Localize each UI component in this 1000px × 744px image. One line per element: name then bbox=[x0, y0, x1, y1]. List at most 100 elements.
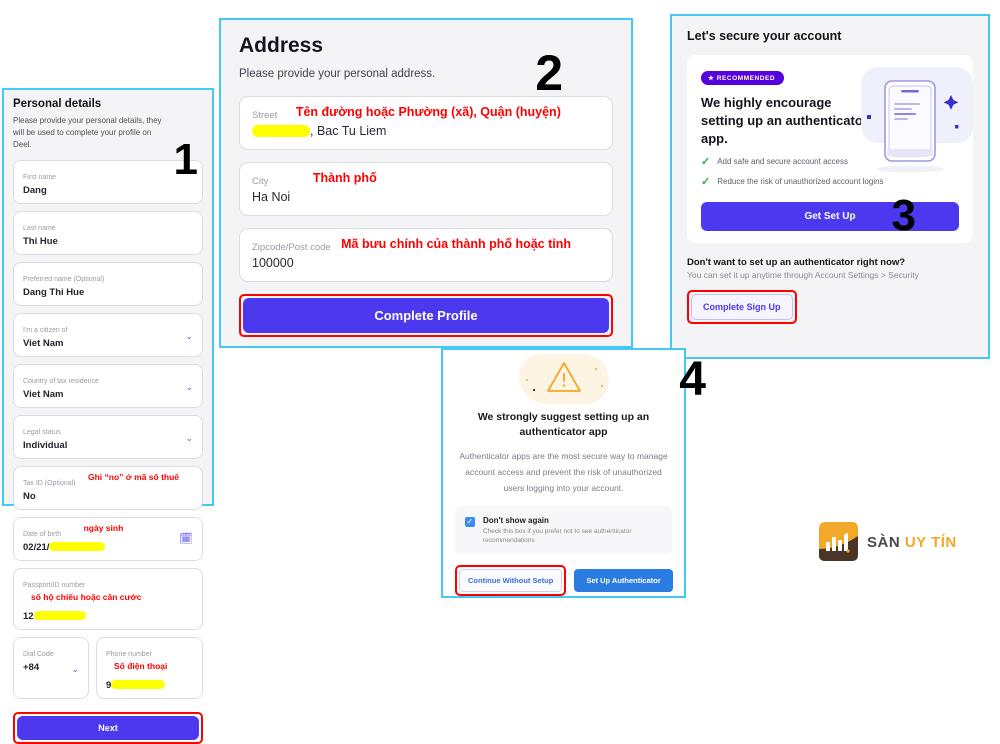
citizenship-value: Viet Nam bbox=[23, 338, 64, 349]
check-icon: ✓ bbox=[701, 156, 711, 168]
phone-number-annotation: Số điện thoại bbox=[114, 661, 168, 671]
city-field[interactable]: City Thành phố Ha Noi bbox=[239, 162, 613, 216]
dont-show-again-checkbox[interactable] bbox=[465, 516, 475, 527]
date-of-birth-label: Date of birth bbox=[23, 531, 62, 538]
passport-id-value: 12 bbox=[23, 611, 34, 622]
date-of-birth-field[interactable]: Date of birth ngày sinh 02/21/ 🗓 bbox=[13, 517, 203, 561]
complete-signup-button[interactable]: Complete Sign Up bbox=[691, 294, 793, 320]
tax-id-value: No bbox=[23, 491, 36, 502]
phone-number-label: Phone number bbox=[106, 651, 152, 658]
date-of-birth-value-row: 02/21/ bbox=[23, 541, 193, 554]
preferred-name-label: Preferred name (Optional) bbox=[23, 276, 105, 283]
redacted-passport bbox=[33, 611, 86, 620]
street-value: , Bac Tu Liem bbox=[310, 124, 387, 138]
modal-actions: Continue Without Setup Set Up Authentica… bbox=[455, 565, 673, 596]
passport-id-value-row: 12 bbox=[23, 610, 193, 623]
no-setup-question: Don't want to set up an authenticator ri… bbox=[687, 257, 906, 268]
set-up-authenticator-button[interactable]: Set Up Authenticator bbox=[574, 569, 673, 592]
tax-residence-select[interactable]: Country of tax residence Viet Nam ⌄ bbox=[13, 364, 203, 408]
next-button-highlight: Next bbox=[13, 712, 203, 744]
address-panel: Address Please provide your personal add… bbox=[219, 18, 633, 348]
tax-residence-value: Viet Nam bbox=[23, 389, 64, 400]
street-value-row: , Bac Tu Liem bbox=[252, 123, 600, 140]
legal-status-value: Individual bbox=[23, 440, 68, 451]
passport-id-label: Passport/ID number bbox=[23, 582, 86, 589]
first-name-label: First name bbox=[23, 174, 57, 181]
date-of-birth-value: 02/21/ bbox=[23, 542, 50, 553]
date-of-birth-annotation: ngày sinh bbox=[83, 523, 124, 533]
citizenship-select[interactable]: I'm a citizen of Viet Nam ⌄ bbox=[13, 313, 203, 357]
chevron-down-icon[interactable]: ⌄ bbox=[185, 434, 193, 443]
dial-code-select[interactable]: Dial Code +84 ⌄ bbox=[13, 637, 89, 699]
star-icon: ★ bbox=[708, 75, 715, 82]
benefit-label: Add safe and secure account access bbox=[717, 157, 848, 166]
zipcode-annotation: Mã bưu chính của thành phố hoặc tỉnh bbox=[341, 237, 572, 251]
phone-number-field[interactable]: Phone number Số điện thoại 9 bbox=[96, 637, 203, 699]
passport-id-annotation: số hộ chiếu hoặc căn cước bbox=[31, 592, 142, 602]
modal-heading: We strongly suggest setting up an authen… bbox=[477, 411, 650, 438]
city-value: Ha Noi bbox=[252, 190, 291, 204]
tax-id-field[interactable]: Tax ID (Optional) Ghi “no” ở mã số thuế … bbox=[13, 466, 203, 510]
last-name-value: Thi Hue bbox=[23, 236, 58, 247]
complete-signup-highlight: Complete Sign Up bbox=[687, 290, 797, 324]
citizenship-label: I'm a citizen of bbox=[23, 327, 68, 334]
step-number-1: 1 bbox=[173, 135, 198, 184]
phone-row: Dial Code +84 ⌄ Phone number Số điện tho… bbox=[13, 637, 203, 706]
legal-status-select[interactable]: Legal status Individual ⌄ bbox=[13, 415, 203, 459]
panel1-title: Personal details bbox=[13, 98, 102, 110]
secure-account-title: Let's secure your account bbox=[687, 29, 842, 43]
logo-text: SÀN UY TÍN bbox=[867, 534, 957, 551]
last-name-field[interactable]: Last name Thi Hue bbox=[13, 211, 203, 255]
recommended-badge-label: RECOMMENDED bbox=[716, 75, 776, 82]
tax-residence-label: Country of tax residence bbox=[23, 378, 99, 385]
brand-logo: SÀN UY TÍN bbox=[815, 518, 957, 566]
check-icon: ✓ bbox=[701, 176, 711, 188]
zipcode-field[interactable]: Zipcode/Post code Mã bưu chính của thành… bbox=[239, 228, 613, 282]
step-number-2: 2 bbox=[535, 45, 563, 101]
tax-id-label: Tax ID (Optional) bbox=[23, 480, 76, 487]
logo-mark-icon bbox=[815, 518, 863, 566]
zipcode-label: Zipcode/Post code bbox=[252, 242, 331, 253]
chevron-down-icon[interactable]: ⌄ bbox=[71, 665, 79, 674]
panel1-intro: Please provide your personal details, th… bbox=[13, 116, 162, 149]
redacted-phone bbox=[111, 680, 166, 689]
get-set-up-button[interactable]: Get Set Up bbox=[701, 202, 959, 231]
dial-code-label: Dial Code bbox=[23, 651, 54, 658]
calendar-icon[interactable]: 🗓 bbox=[179, 534, 193, 545]
last-name-label: Last name bbox=[23, 225, 56, 232]
no-setup-hint: You can set it up anytime through Accoun… bbox=[687, 270, 919, 280]
complete-profile-button[interactable]: Complete Profile bbox=[243, 298, 609, 333]
city-label: City bbox=[252, 176, 269, 187]
continue-without-setup-button[interactable]: Continue Without Setup bbox=[459, 569, 563, 592]
authenticator-modal: We strongly suggest setting up an authen… bbox=[441, 348, 706, 598]
modal-hero bbox=[443, 350, 684, 408]
phone-illustration bbox=[861, 67, 973, 173]
step-number-3: 3 bbox=[891, 191, 916, 240]
dont-show-again-sub: Check this box if you prefer not to see … bbox=[483, 528, 632, 544]
tax-id-annotation: Ghi “no” ở mã số thuế bbox=[87, 472, 180, 482]
phone-number-value-row: 9 bbox=[106, 679, 193, 692]
authenticator-heading: We highly encourage setting up an authen… bbox=[701, 95, 868, 146]
personal-details-panel: Personal details Please provide your per… bbox=[2, 88, 214, 744]
dont-show-again-row[interactable]: Don't show again Check this box if you p… bbox=[455, 506, 672, 554]
redacted-street bbox=[252, 125, 310, 137]
modal-body: Authenticator apps are the most secure w… bbox=[459, 451, 668, 493]
redacted-dob bbox=[49, 542, 106, 551]
preferred-name-field[interactable]: Preferred name (Optional) Dang Thi Hue bbox=[13, 262, 203, 306]
continue-without-setup-highlight: Continue Without Setup bbox=[455, 565, 567, 596]
chevron-down-icon[interactable]: ⌄ bbox=[185, 332, 193, 341]
dont-show-again-text: Don't show again Check this box if you p… bbox=[483, 515, 662, 545]
chevron-down-icon[interactable]: ⌄ bbox=[185, 383, 193, 392]
secure-account-panel: Let's secure your account ★ RECOMMENDED … bbox=[670, 14, 990, 359]
recommended-badge: ★ RECOMMENDED bbox=[701, 71, 785, 85]
passport-id-field[interactable]: Passport/ID number số hộ chiếu hoặc căn … bbox=[13, 568, 203, 630]
hero-dots-decoration bbox=[525, 367, 603, 391]
logo-text-primary: SÀN bbox=[867, 533, 901, 551]
first-name-value: Dang bbox=[23, 185, 47, 196]
logo-text-secondary: UY TÍN bbox=[904, 533, 957, 551]
zipcode-value: 100000 bbox=[252, 256, 294, 270]
authenticator-promo-card: ★ RECOMMENDED We highly encourage settin… bbox=[687, 55, 973, 243]
street-field[interactable]: Street Tên đường hoặc Phường (xã), Quận … bbox=[239, 96, 613, 150]
step-number-4: 4 bbox=[679, 353, 706, 406]
next-button[interactable]: Next bbox=[17, 716, 199, 740]
